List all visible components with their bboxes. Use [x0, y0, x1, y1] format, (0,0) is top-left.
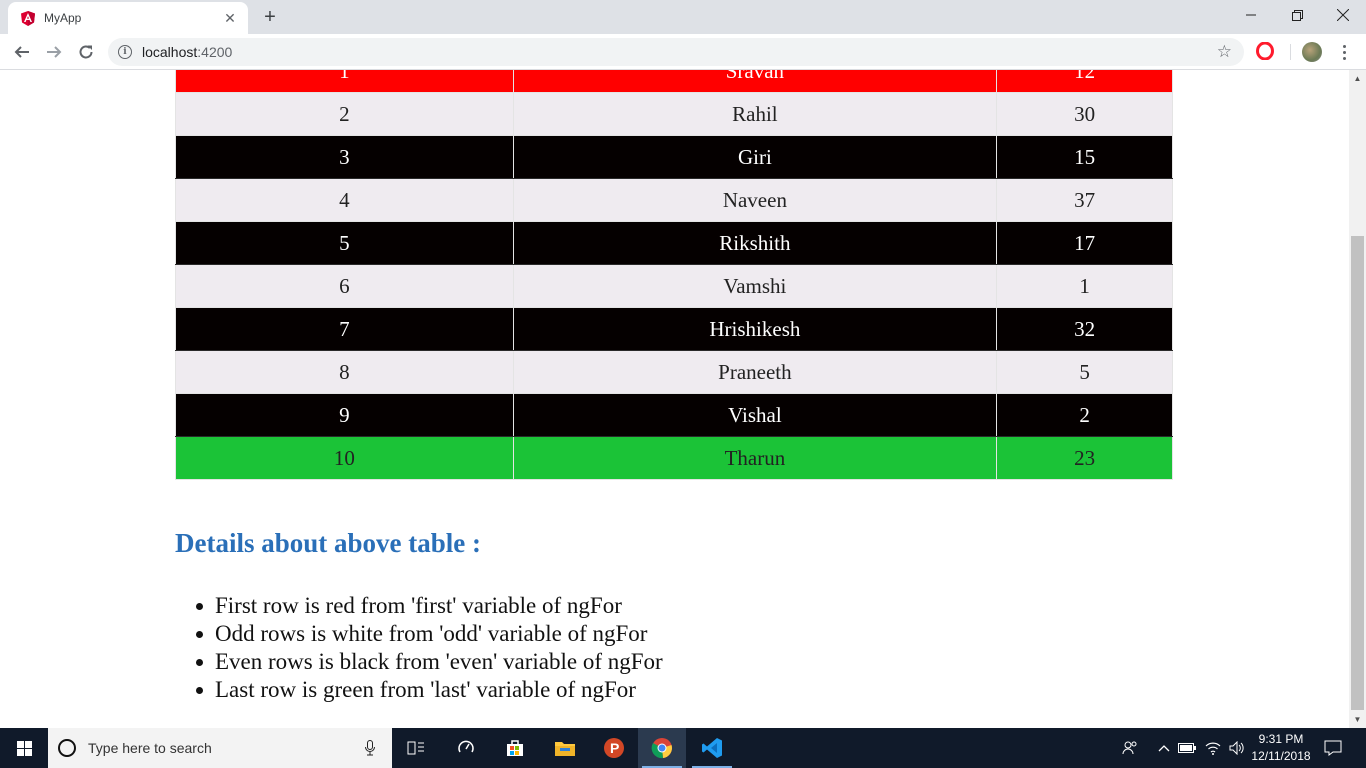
row-value-cell: 2 — [996, 393, 1173, 437]
search-input[interactable]: Type here to search — [88, 740, 362, 756]
people-icon[interactable] — [1118, 728, 1142, 768]
row-name-cell: Rahil — [512, 92, 998, 136]
row-id-cell: 6 — [175, 264, 514, 308]
vscode-icon[interactable] — [688, 728, 736, 768]
scroll-up-arrow-icon[interactable]: ▲ — [1349, 70, 1366, 87]
volume-icon[interactable] — [1226, 728, 1248, 768]
windows-taskbar: Type here to search P 9:31 PM 12/11/2018 — [0, 728, 1366, 768]
angular-icon — [21, 10, 35, 26]
url-text: localhost:4200 — [142, 44, 233, 60]
restore-button[interactable] — [1274, 0, 1320, 30]
table-row: 2 Rahil 30 — [175, 92, 1173, 136]
details-heading: Details about above table : — [175, 528, 481, 558]
table-row: 6 Vamshi 1 — [175, 264, 1173, 308]
row-name-cell: Sravan — [512, 70, 998, 93]
opera-icon[interactable] — [1256, 41, 1274, 61]
tab-title: MyApp — [44, 11, 82, 25]
row-name-cell: Praneeth — [512, 350, 998, 394]
store-icon[interactable] — [491, 728, 539, 768]
task-view-icon[interactable] — [392, 728, 440, 768]
notification-icon[interactable] — [1320, 728, 1346, 768]
toolbar-divider — [1290, 44, 1291, 60]
list-item: Odd rows is white from 'odd' variable of… — [196, 620, 663, 648]
row-id-cell: 10 — [175, 436, 514, 480]
address-bar[interactable]: i localhost:4200 ☆ — [108, 38, 1244, 66]
table-row: 7 Hrishikesh 32 — [175, 307, 1173, 351]
row-value-cell: 37 — [996, 178, 1173, 222]
table-row: 1 Sravan 12 — [175, 70, 1173, 93]
row-name-cell: Vamshi — [512, 264, 998, 308]
file-explorer-icon[interactable] — [541, 728, 589, 768]
row-value-cell: 15 — [996, 135, 1173, 179]
new-tab-button[interactable]: + — [258, 5, 282, 29]
forward-icon[interactable] — [42, 40, 66, 64]
powerpoint-icon[interactable]: P — [590, 728, 638, 768]
row-name-cell: Tharun — [512, 436, 998, 480]
table-row: 8 Praneeth 5 — [175, 350, 1173, 394]
page-viewport: 1 Sravan 12 2 Rahil 30 3 Giri 15 4 Naveen 37 5 Rikshi… — [0, 70, 1349, 728]
row-name-cell: Hrishikesh — [512, 307, 998, 351]
row-id-cell: 4 — [175, 178, 514, 222]
clock-date: 12/11/2018 — [1251, 749, 1311, 763]
row-name-cell: Giri — [512, 135, 998, 179]
avatar[interactable] — [1302, 42, 1322, 62]
scroll-down-arrow-icon[interactable]: ▼ — [1349, 711, 1366, 728]
plus-icon: + — [264, 5, 276, 28]
list-item: First row is red from 'first' variable o… — [196, 592, 663, 620]
row-name-cell: Vishal — [512, 393, 998, 437]
row-id-cell: 9 — [175, 393, 514, 437]
close-icon[interactable]: ✕ — [222, 10, 238, 26]
browser-toolbar: i localhost:4200 ☆ — [0, 34, 1366, 70]
table-row: 3 Giri 15 — [175, 135, 1173, 179]
table-row: 4 Naveen 37 — [175, 178, 1173, 222]
tab-myapp[interactable]: MyApp ✕ — [8, 2, 248, 34]
row-value-cell: 30 — [996, 92, 1173, 136]
row-id-cell: 7 — [175, 307, 514, 351]
row-id-cell: 5 — [175, 221, 514, 265]
row-name-cell: Naveen — [512, 178, 998, 222]
table-row: 9 Vishal 2 — [175, 393, 1173, 437]
info-icon[interactable]: i — [118, 45, 132, 59]
minimize-button[interactable] — [1228, 0, 1274, 30]
more-menu-icon[interactable] — [1336, 40, 1352, 64]
row-id-cell: 2 — [175, 92, 514, 136]
clock-time: 9:31 PM — [1258, 732, 1304, 746]
reload-icon[interactable] — [74, 40, 98, 64]
row-id-cell: 3 — [175, 135, 514, 179]
vertical-scrollbar[interactable]: ▲ ▼ — [1349, 70, 1366, 728]
start-button[interactable] — [0, 728, 48, 768]
list-item: Last row is green from 'last' variable o… — [196, 676, 663, 704]
details-list: First row is red from 'first' variable o… — [196, 592, 663, 704]
performance-icon[interactable] — [442, 728, 490, 768]
row-value-cell: 1 — [996, 264, 1173, 308]
row-id-cell: 8 — [175, 350, 514, 394]
chrome-icon[interactable] — [638, 728, 686, 768]
tab-strip: MyApp ✕ + — [0, 0, 1366, 34]
chevron-up-icon[interactable] — [1154, 728, 1174, 768]
svg-text:P: P — [610, 740, 619, 756]
row-value-cell: 23 — [996, 436, 1173, 480]
table-row: 10 Tharun 23 — [175, 436, 1173, 480]
names-table: 1 Sravan 12 2 Rahil 30 3 Giri 15 4 Naveen 37 5 Rikshi… — [175, 70, 1173, 480]
windows-logo-icon — [16, 740, 32, 756]
scroll-thumb[interactable] — [1351, 236, 1364, 710]
system-clock[interactable]: 9:31 PM 12/11/2018 — [1246, 731, 1316, 765]
row-name-cell: Rikshith — [512, 221, 998, 265]
row-value-cell: 5 — [996, 350, 1173, 394]
battery-icon[interactable] — [1176, 728, 1198, 768]
table-row: 5 Rikshith 17 — [175, 221, 1173, 265]
back-icon[interactable] — [10, 40, 34, 64]
row-value-cell: 12 — [996, 70, 1173, 93]
close-window-button[interactable] — [1320, 0, 1366, 30]
row-value-cell: 17 — [996, 221, 1173, 265]
microphone-icon[interactable] — [362, 738, 378, 758]
row-id-cell: 1 — [175, 70, 514, 93]
row-value-cell: 32 — [996, 307, 1173, 351]
cortana-icon — [58, 739, 76, 757]
star-icon[interactable]: ☆ — [1217, 42, 1232, 62]
wifi-icon[interactable] — [1202, 728, 1224, 768]
list-item: Even rows is black from 'even' variable … — [196, 649, 663, 674]
taskbar-search[interactable]: Type here to search — [48, 728, 392, 768]
